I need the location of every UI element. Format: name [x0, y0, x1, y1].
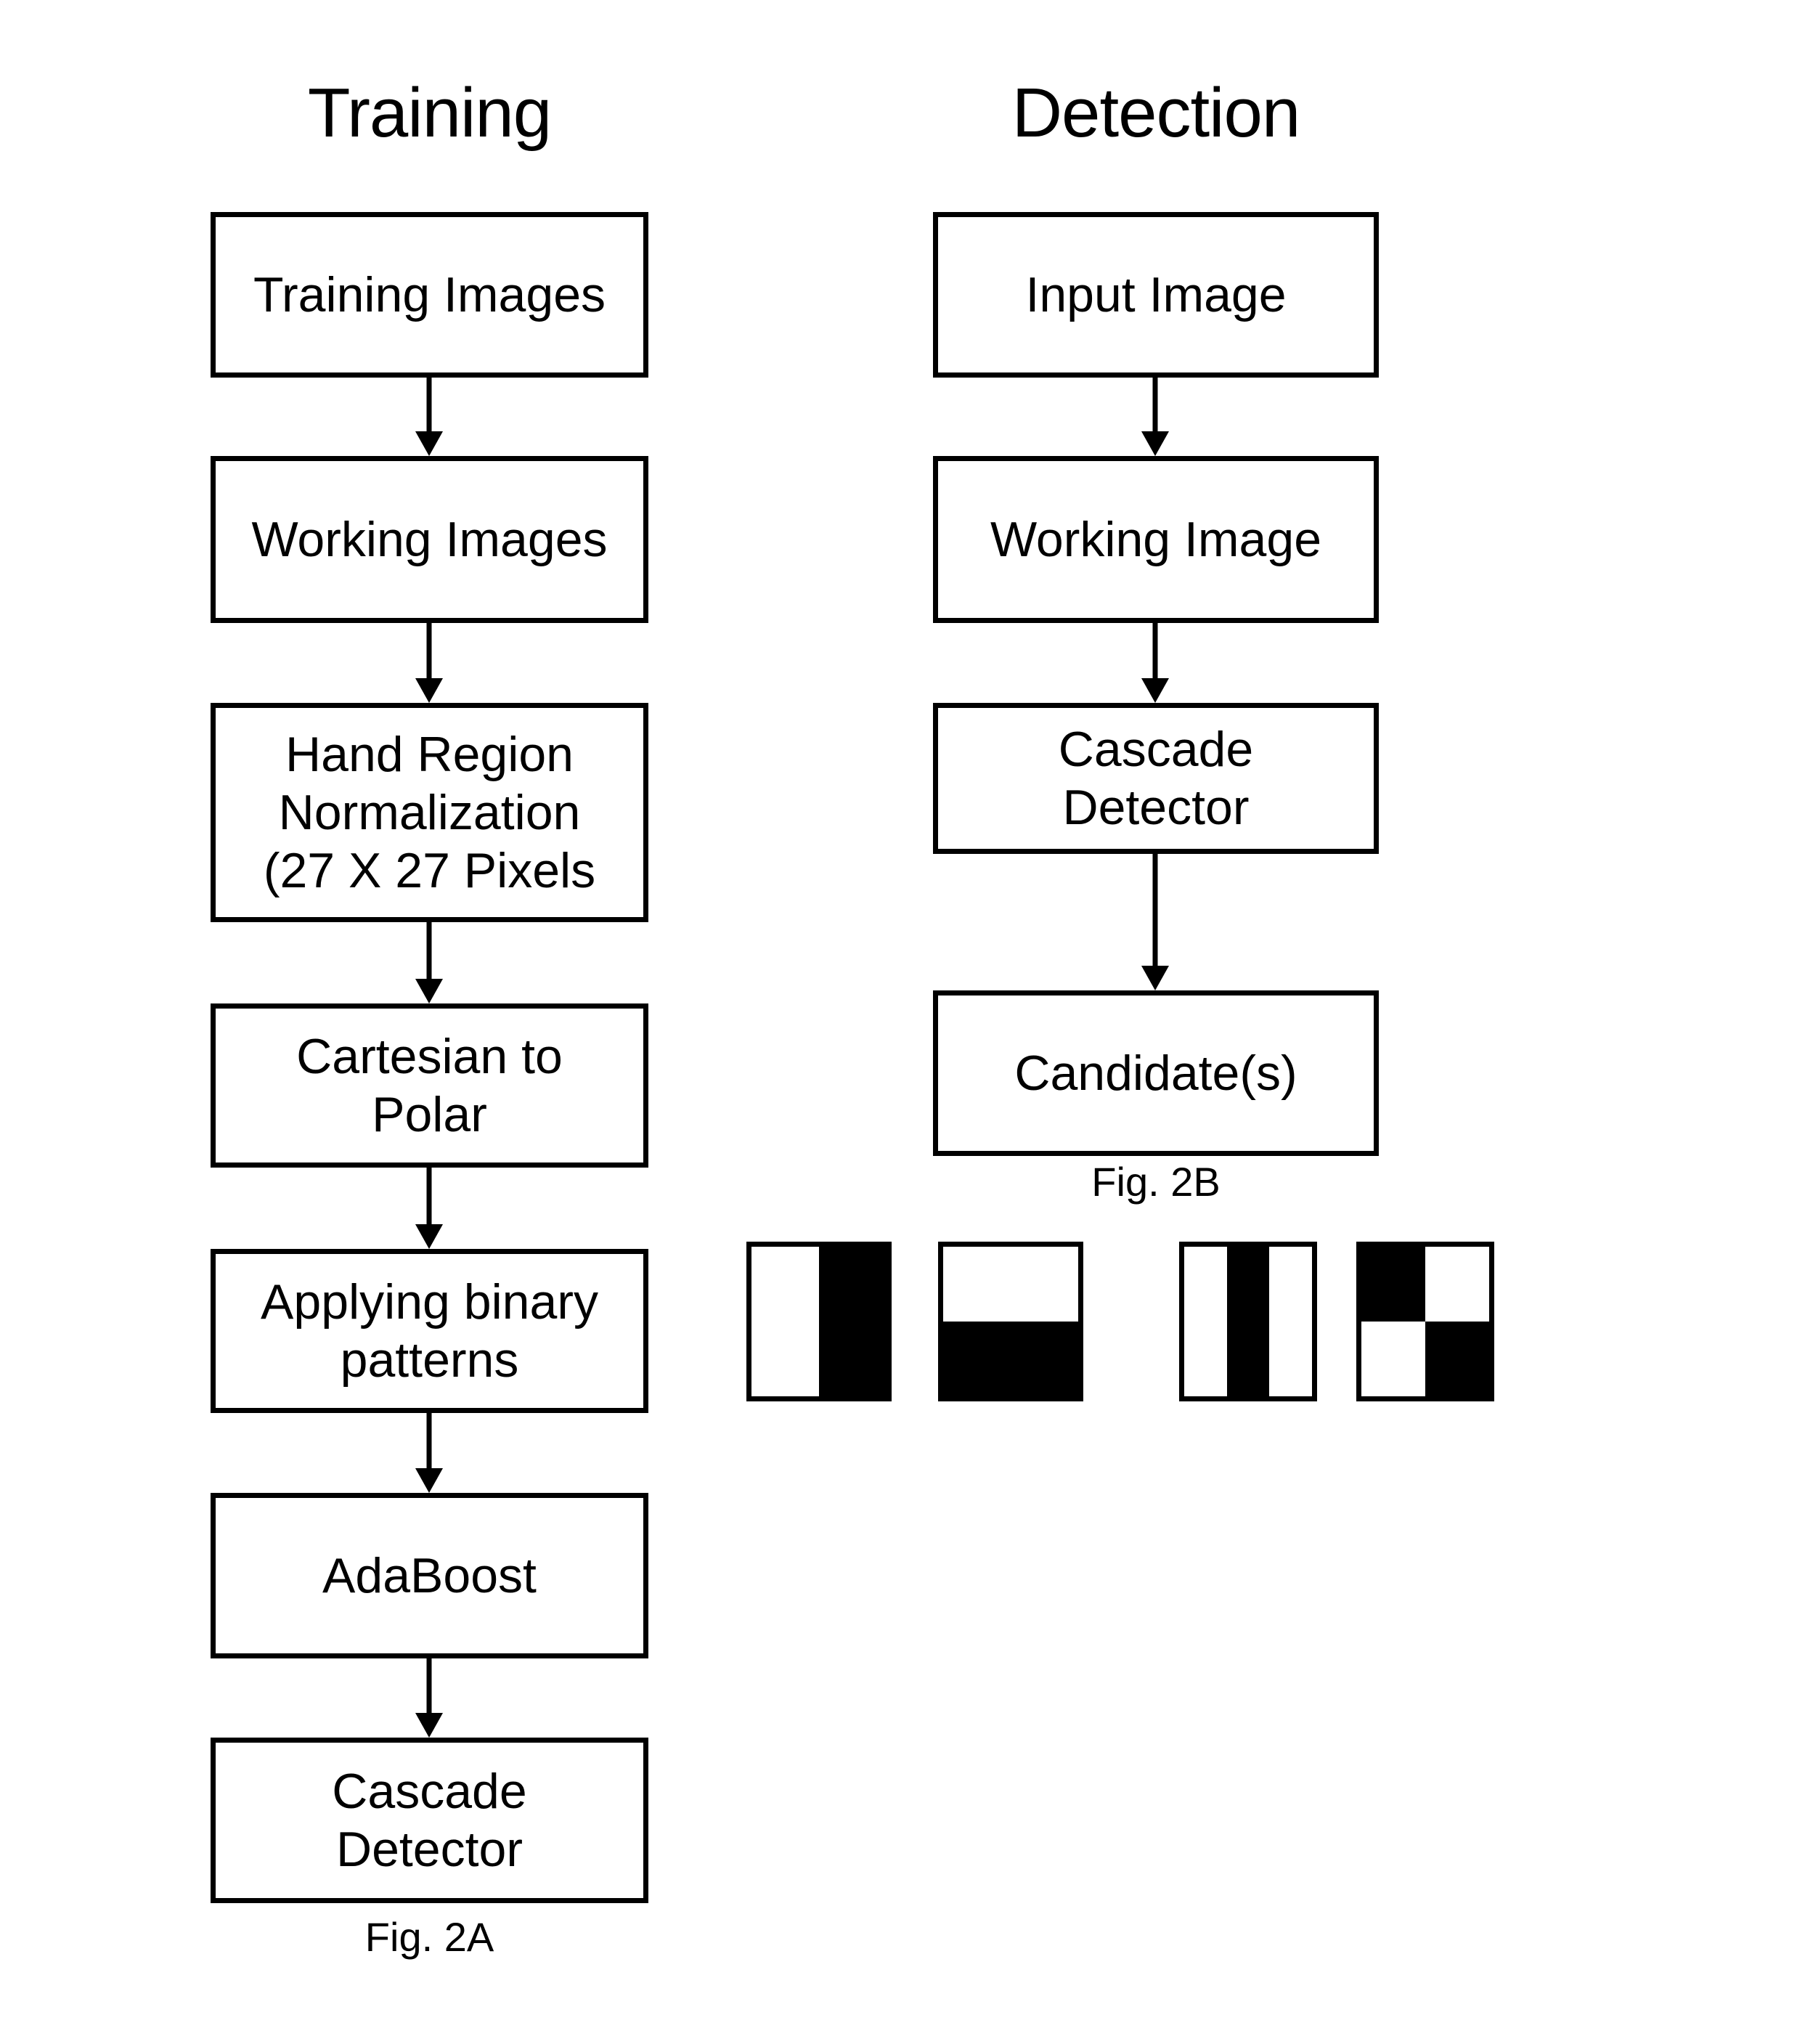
flow-box-label: Working Image: [990, 511, 1322, 567]
figure-canvas: Training Detection Training Images Worki…: [0, 0, 1805, 2044]
haar-feature-two-rectangle-horizontal: [938, 1242, 1083, 1401]
haar-feature-three-rectangle-vertical: [1179, 1242, 1317, 1401]
haar-cell-black: [943, 1322, 1078, 1396]
flow-box-hand-region-normalization: Hand Region Normalization (27 X 27 Pixel…: [211, 703, 648, 922]
flow-box-label: Working Images: [251, 511, 608, 567]
figure-caption-2b: Fig. 2B: [1091, 1159, 1221, 1205]
flow-box-label: Applying binary patterns: [261, 1274, 598, 1388]
haar-feature-two-rectangle-vertical: [746, 1242, 892, 1401]
flow-box-label: Cascade Detector: [332, 1763, 527, 1877]
flow-box-working-image: Working Image: [933, 456, 1379, 623]
flow-box-working-images: Working Images: [211, 456, 648, 623]
flow-box-label: AdaBoost: [322, 1547, 537, 1603]
flow-box-input-image: Input Image: [933, 212, 1379, 378]
haar-cell-white: [1269, 1247, 1312, 1396]
haar-cell-black: [1226, 1247, 1270, 1396]
flow-box-label: Input Image: [1025, 266, 1287, 322]
flow-box-training-images: Training Images: [211, 212, 648, 378]
haar-cell-black: [1425, 1322, 1489, 1396]
flow-box-label: Candidate(s): [1014, 1045, 1297, 1101]
flow-box-label: Cascade Detector: [1058, 721, 1254, 835]
haar-cell-white: [1425, 1247, 1489, 1322]
flow-box-label: Cartesian to Polar: [296, 1028, 563, 1142]
flow-box-label: Hand Region Normalization (27 X 27 Pixel…: [263, 726, 596, 899]
flow-box-cascade-detector-detection: Cascade Detector: [933, 703, 1379, 854]
haar-cell-black: [819, 1247, 887, 1396]
column-title-detection: Detection: [1011, 74, 1301, 152]
haar-cell-white: [1361, 1322, 1425, 1396]
flow-box-candidates: Candidate(s): [933, 990, 1379, 1156]
haar-cell-white: [1184, 1247, 1227, 1396]
flow-box-applying-binary-patterns: Applying binary patterns: [211, 1249, 648, 1413]
haar-feature-four-rectangle-diagonal: [1356, 1242, 1494, 1401]
haar-cell-black: [1361, 1247, 1425, 1322]
flow-box-cartesian-to-polar: Cartesian to Polar: [211, 1003, 648, 1168]
haar-cell-white: [751, 1247, 819, 1396]
haar-cell-white: [943, 1247, 1078, 1322]
flow-box-cascade-detector-training: Cascade Detector: [211, 1738, 648, 1903]
figure-caption-2a: Fig. 2A: [364, 1914, 494, 1960]
column-title-training: Training: [307, 74, 552, 152]
flow-box-adaboost: AdaBoost: [211, 1493, 648, 1658]
flow-box-label: Training Images: [253, 266, 606, 322]
